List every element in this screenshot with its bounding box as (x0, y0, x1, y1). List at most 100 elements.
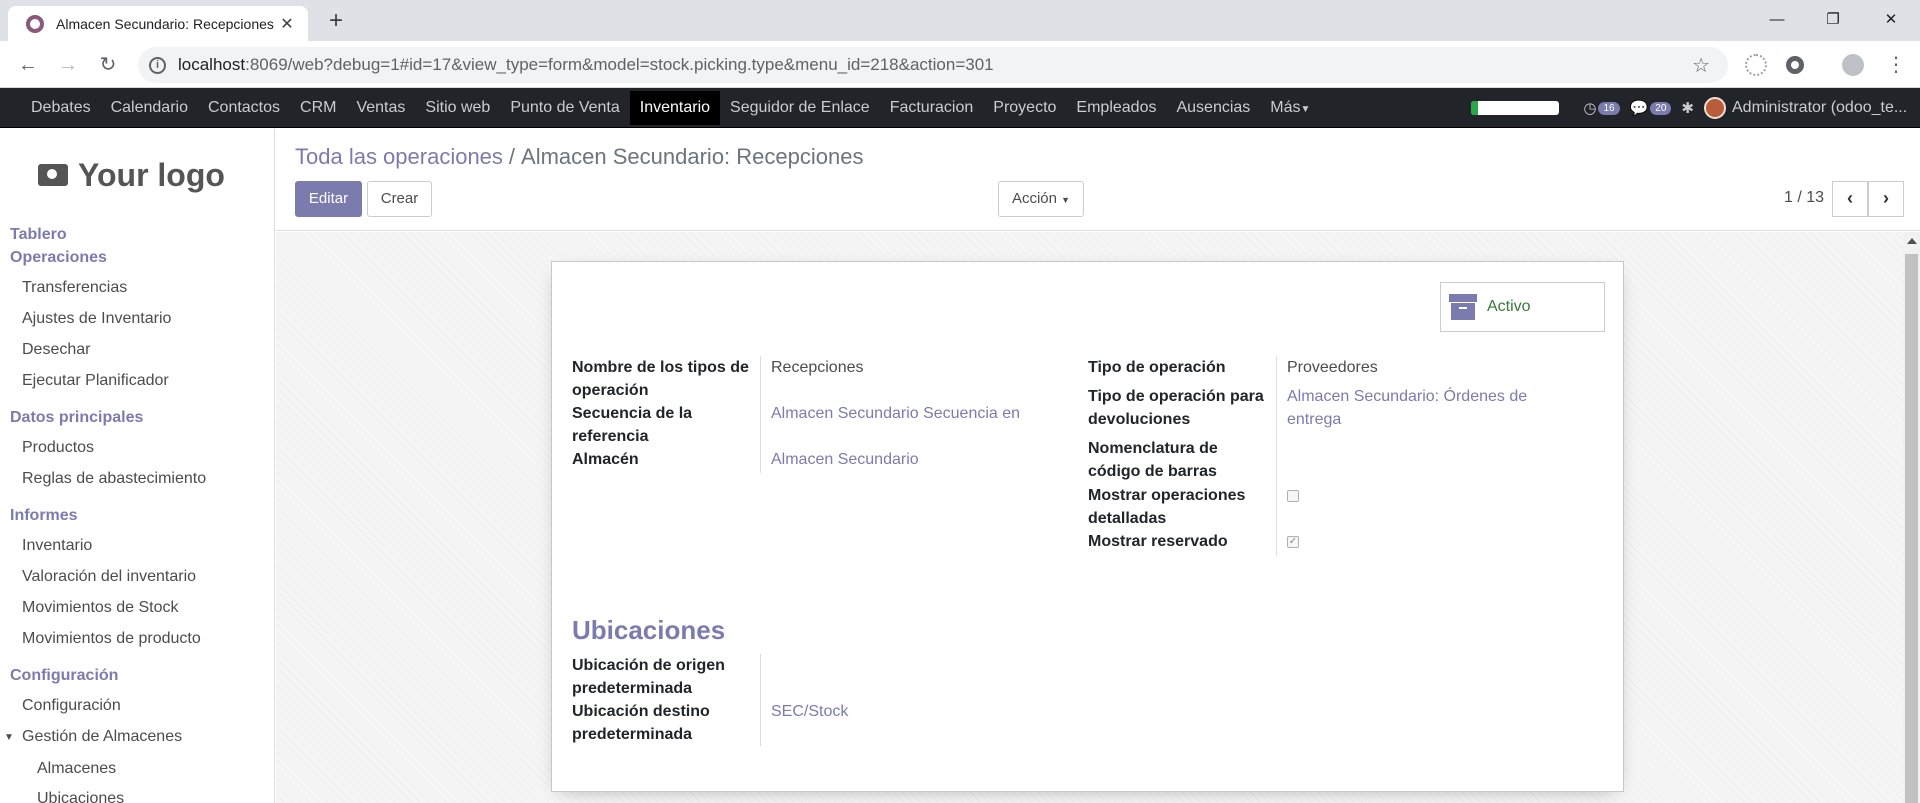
site-info-icon[interactable]: i (149, 56, 166, 74)
breadcrumb-separator: / (508, 144, 516, 169)
user-menu[interactable]: Administrator (odoo_te... (1732, 99, 1920, 117)
menu-empleados[interactable]: Empleados (1066, 91, 1166, 125)
field-label-secuencia-referencia: Secuencia de la referencia (572, 405, 693, 445)
action-dropdown[interactable]: Acción ▼ (998, 181, 1084, 217)
odoo-main-navbar: Debates Calendario Contactos CRM Ventas … (0, 88, 1920, 128)
field-label-ubicacion-destino: Ubicación destino predeterminada (572, 703, 710, 743)
menu-debates[interactable]: Debates (21, 91, 101, 125)
field-label-ubicacion-origen: Ubicación de origen predeterminada (572, 657, 725, 697)
address-bar[interactable]: i localhost:8069/web?debug=1#id=17&view_… (138, 47, 1728, 83)
create-button[interactable]: Crear (367, 181, 432, 217)
debug-bug-icon[interactable]: ✱ (1681, 99, 1694, 117)
back-icon[interactable]: ← (14, 51, 42, 79)
avatar[interactable] (1704, 97, 1726, 119)
field-separator (760, 654, 761, 746)
minimize-icon[interactable]: — (1754, 6, 1800, 34)
field-value-tipo-operacion-devoluciones[interactable]: Almacen Secundario: Órdenes de entrega (1287, 385, 1557, 431)
menu-mas-label: Más (1270, 99, 1301, 116)
sidebar-item-ubicaciones[interactable]: Ubicaciones (37, 790, 124, 803)
sidebar-header-informes[interactable]: Informes (10, 507, 78, 525)
menu-facturacion[interactable]: Facturacion (880, 91, 984, 125)
pager-previous-button[interactable]: ‹ (1832, 181, 1868, 217)
restore-icon[interactable]: ❐ (1810, 6, 1856, 34)
field-value-nombre-tipos-operacion[interactable]: Recepciones (771, 356, 864, 379)
form-sheet: Activo Nombre de los tipos de operación … (551, 261, 1624, 792)
profile-icon[interactable] (1842, 54, 1864, 76)
checkbox-mostrar-operaciones-detalladas[interactable] (1287, 490, 1299, 502)
sidebar-item-inventario[interactable]: Inventario (22, 537, 92, 555)
menu-sitio-web[interactable]: Sitio web (415, 91, 500, 125)
field-link-tipo-operacion-devoluciones[interactable]: Almacen Secundario: Órdenes de entrega (1287, 388, 1527, 428)
active-toggle-button[interactable]: Activo (1440, 282, 1605, 332)
browser-tabstrip: Almacen Secundario: Recepciones ✕ + — ❐ … (0, 0, 1920, 41)
progress-bar (1471, 101, 1560, 115)
menu-crm[interactable]: CRM (290, 91, 346, 125)
menu-ausencias[interactable]: Ausencias (1166, 91, 1260, 125)
sidebar-item-ajustes-inventario[interactable]: Ajustes de Inventario (22, 310, 171, 328)
pager-next-button[interactable]: › (1868, 181, 1904, 217)
caret-down-icon[interactable]: ▼ (4, 732, 14, 743)
browser-menu-icon[interactable]: ⋮ (1882, 51, 1910, 79)
sidebar-item-almacenes[interactable]: Almacenes (37, 760, 116, 778)
field-value-tipo-operacion[interactable]: Proveedores (1287, 356, 1378, 379)
menu-proyecto[interactable]: Proyecto (983, 91, 1066, 125)
messages-icon[interactable]: 💬 20 (1630, 99, 1672, 117)
menu-inventario[interactable]: Inventario (629, 91, 721, 125)
reload-icon[interactable]: ↻ (94, 51, 122, 79)
close-tab-icon[interactable]: ✕ (276, 14, 298, 34)
control-panel: Toda las operaciones / Almacen Secundario:… (276, 129, 1920, 231)
sidebar-item-valoracion-inventario[interactable]: Valoración del inventario (22, 568, 196, 586)
sidebar-item-configuracion[interactable]: Configuración (22, 697, 121, 715)
sidebar-header-operaciones[interactable]: Operaciones (10, 249, 107, 267)
scroll-up-arrow-icon[interactable] (1907, 238, 1917, 244)
caret-down-icon: ▼ (1300, 104, 1311, 115)
sidebar-item-movimientos-stock[interactable]: Movimientos de Stock (22, 599, 179, 617)
camera-icon (38, 164, 68, 186)
menu-contactos[interactable]: Contactos (198, 91, 290, 125)
sidebar-header-datos-principales[interactable]: Datos principales (10, 409, 143, 427)
menu-punto-de-venta[interactable]: Punto de Venta (500, 91, 629, 125)
vertical-scrollbar[interactable] (1903, 232, 1920, 803)
menu-seguidor-de-enlace[interactable]: Seguidor de Enlace (720, 91, 880, 125)
field-link-secuencia-referencia[interactable]: Almacen Secundario Secuencia en (771, 402, 1020, 425)
close-window-icon[interactable]: ✕ (1868, 6, 1914, 34)
browser-tab[interactable]: Almacen Secundario: Recepciones ✕ (8, 6, 308, 41)
breadcrumb-parent-link[interactable]: Toda las operaciones (295, 144, 503, 169)
logo-text: Your logo (78, 156, 225, 193)
field-label-tipo-operacion-devoluciones: Tipo de operación para devoluciones (1088, 388, 1264, 428)
forward-icon[interactable]: → (54, 51, 82, 79)
new-tab-button[interactable]: + (320, 6, 352, 36)
active-toggle-label: Activo (1487, 298, 1531, 315)
action-label: Acción (1011, 190, 1057, 207)
url-text: localhost:8069/web?debug=1#id=17&view_ty… (178, 55, 994, 74)
sidebar-item-ejecutar-planificador[interactable]: Ejecutar Planificador (22, 372, 169, 390)
sidebar-item-movimientos-producto[interactable]: Movimientos de producto (22, 630, 201, 648)
breadcrumb-current: Almacen Secundario: Recepciones (521, 144, 864, 169)
sidebar-item-gestion-almacenes[interactable]: Gestión de Almacenes (22, 728, 182, 746)
pager-value[interactable]: 1 / 13 (1784, 189, 1824, 207)
checkbox-mostrar-reservado[interactable]: ✓ (1287, 536, 1299, 548)
menu-ventas[interactable]: Ventas (346, 91, 415, 125)
sidebar-item-productos[interactable]: Productos (22, 439, 94, 457)
menu-calendario[interactable]: Calendario (101, 91, 198, 125)
field-link-almacen[interactable]: Almacen Secundario (771, 448, 919, 471)
sidebar-item-transferencias[interactable]: Transferencias (22, 279, 127, 297)
extension-icon[interactable] (1745, 54, 1767, 76)
sidebar-item-reglas-abastecimiento[interactable]: Reglas de abastecimiento (22, 470, 206, 488)
activity-icon[interactable]: ◷ 16 (1583, 99, 1620, 117)
menu-mas[interactable]: Más▼ (1260, 91, 1320, 125)
field-label-nombre-tipos-operacion: Nombre de los tipos de operación (572, 359, 749, 399)
sidebar-header-tablero[interactable]: Tablero (10, 226, 67, 244)
bookmark-star-icon[interactable]: ☆ (1692, 53, 1710, 78)
odoo-favicon-icon (26, 14, 44, 33)
field-link-ubicacion-destino[interactable]: SEC/Stock (771, 700, 848, 723)
browser-toolbar: ← → ↻ i localhost:8069/web?debug=1#id=17… (0, 41, 1920, 88)
sidebar-header-configuracion[interactable]: Configuración (10, 667, 118, 685)
scroll-thumb[interactable] (1905, 254, 1918, 803)
app-menu: Debates Calendario Contactos CRM Ventas … (21, 88, 1320, 128)
systray: ◷ 16 💬 20 ✱ Administrator (odoo_te... (1471, 88, 1920, 128)
extension-circle-icon[interactable] (1786, 56, 1804, 74)
field-separator (760, 356, 761, 473)
edit-button[interactable]: Editar (295, 181, 362, 217)
sidebar-item-desechar[interactable]: Desechar (22, 341, 90, 359)
